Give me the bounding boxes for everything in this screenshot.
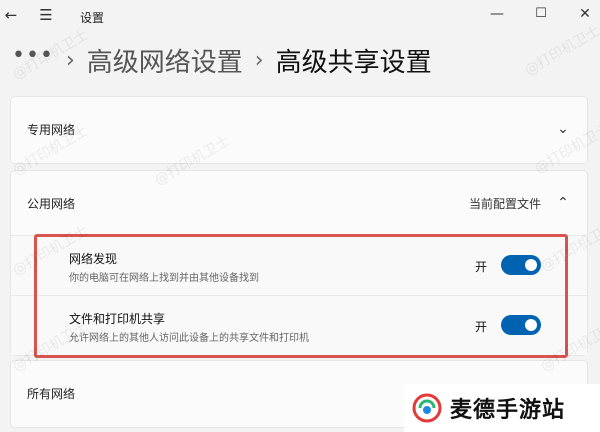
network-discovery-row: 网络发现 你的电脑可在网络上找到并由其他设备找到 开: [11, 235, 587, 295]
brand-name: 麦德手游站: [450, 398, 566, 423]
breadcrumb-parent[interactable]: 高级网络设置: [87, 42, 243, 79]
more-options-icon[interactable]: •••: [12, 45, 54, 67]
network-discovery-description: 你的电脑可在网络上找到并由其他设备找到: [69, 273, 259, 284]
network-discovery-label: 网络发现: [69, 252, 118, 266]
private-network-card: 专用网络 ⌄: [10, 96, 588, 164]
public-network-controls: 当前配置文件 ⌃: [469, 195, 571, 212]
all-networks-title: 所有网络: [27, 386, 76, 401]
chevron-up-icon[interactable]: ⌃: [555, 195, 571, 211]
network-discovery-toggle[interactable]: [501, 255, 541, 275]
public-network-title: 公用网络: [27, 196, 76, 211]
minimize-icon[interactable]: —: [484, 3, 510, 25]
chevron-down-icon[interactable]: ⌄: [555, 121, 571, 137]
file-printer-sharing-row: 文件和打印机共享 允许网络上的其他人访问此设备上的共享文件和打印机 开: [11, 295, 587, 355]
file-printer-sharing-label: 文件和打印机共享: [69, 312, 166, 326]
toggle-knob: [525, 259, 537, 271]
breadcrumb-separator-icon: ›: [254, 47, 264, 73]
breadcrumb-separator-icon: ›: [65, 47, 75, 73]
brand-watermark: 麦德手游站: [404, 384, 600, 432]
public-network-card: 公用网络 当前配置文件 ⌃ 网络发现 你的电脑可在网络上找到并由其他设备找到 开…: [10, 170, 588, 356]
page-title: 高级共享设置: [275, 47, 432, 78]
file-printer-sharing-toggle[interactable]: [501, 315, 541, 335]
private-network-header[interactable]: 专用网络 ⌄: [11, 97, 587, 161]
toggle-knob: [525, 319, 537, 331]
public-network-header[interactable]: 公用网络 当前配置文件 ⌃: [11, 171, 587, 235]
file-printer-sharing-state: 开: [475, 320, 488, 334]
private-network-controls: ⌄: [555, 121, 571, 137]
file-printer-sharing-description: 允许网络上的其他人访问此设备上的共享文件和打印机: [69, 333, 309, 344]
private-network-title: 专用网络: [27, 122, 76, 137]
current-profile-label: 当前配置文件: [468, 196, 541, 211]
network-discovery-state: 开: [475, 260, 488, 274]
maximize-icon[interactable]: ☐: [528, 3, 554, 25]
window-title: 设置: [80, 11, 105, 25]
hamburger-menu-icon[interactable]: ☰: [36, 6, 56, 24]
back-arrow-icon[interactable]: ←: [2, 6, 20, 24]
brand-logo-icon: [412, 393, 442, 423]
close-icon[interactable]: ✕: [572, 3, 598, 25]
breadcrumb: ••• › 高级网络设置 › 高级共享设置: [12, 40, 432, 80]
title-bar: ← ☰ 设置 — ☐ ✕: [0, 0, 600, 34]
